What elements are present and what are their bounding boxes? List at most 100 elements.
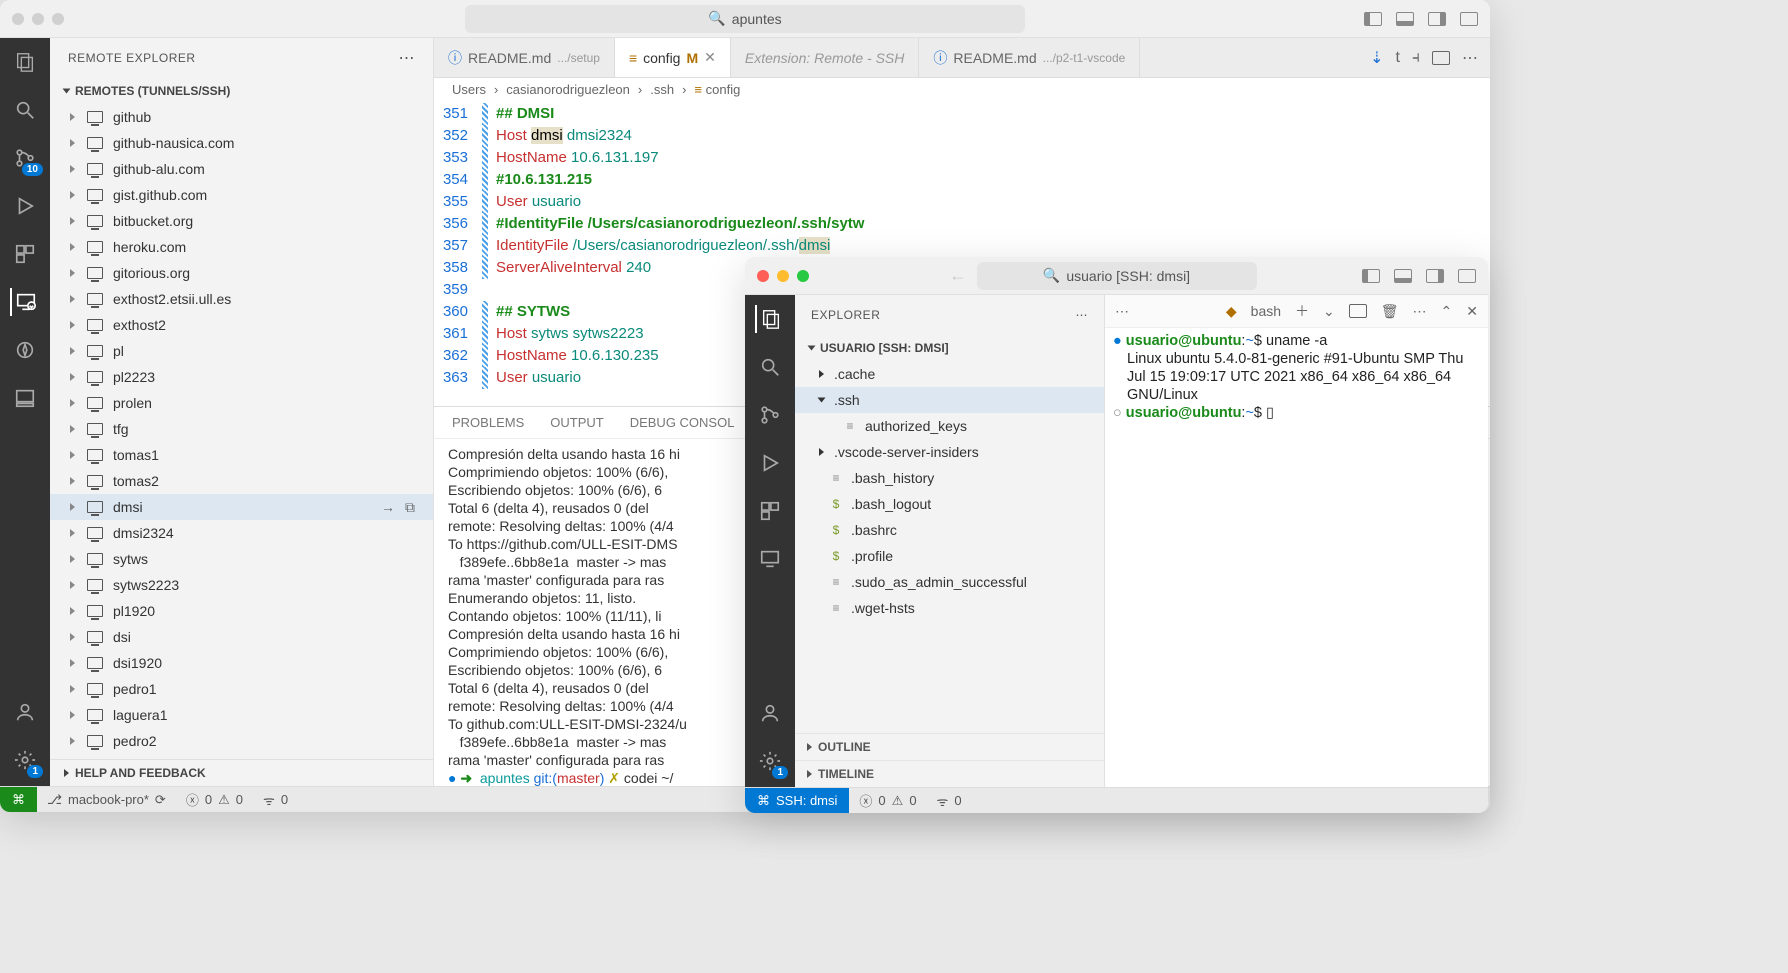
code-content[interactable]: IdentityFile /Users/casianorodriguezleon… bbox=[496, 235, 830, 257]
sidebar-more-icon[interactable]: ⋯ bbox=[399, 48, 416, 68]
code-content[interactable]: HostName 10.6.131.197 bbox=[496, 147, 659, 169]
remote-host-item[interactable]: exthost2.etsii.ull.es→⧉ bbox=[50, 286, 433, 312]
remote-indicator[interactable]: ⌘ bbox=[0, 787, 37, 812]
file-item[interactable]: ≡.bash_history bbox=[795, 465, 1104, 491]
remote-host-item[interactable]: tfg→⧉ bbox=[50, 416, 433, 442]
remote-host-item[interactable]: bitbucket.org→⧉ bbox=[50, 208, 433, 234]
ab-search-icon[interactable] bbox=[756, 353, 784, 381]
file-item[interactable]: ≡.sudo_as_admin_successful bbox=[795, 569, 1104, 595]
close-panel-icon[interactable]: ✕ bbox=[1466, 303, 1478, 320]
breadcrumbs[interactable]: Users›casianorodriguezleon›.ssh›≡ config bbox=[434, 78, 1490, 101]
layout-customize-icon[interactable] bbox=[1458, 269, 1476, 283]
traffic-max[interactable] bbox=[797, 270, 809, 282]
ab-scm-icon[interactable] bbox=[756, 401, 784, 429]
ab-account-icon[interactable] bbox=[11, 698, 39, 726]
status-ports[interactable]: ᯤ0 bbox=[927, 788, 972, 813]
code-content[interactable]: Host sytws sytws2223 bbox=[496, 323, 644, 345]
remote-host-item[interactable]: pl1920→⧉ bbox=[50, 598, 433, 624]
terminal-more-icon[interactable]: ⋯ bbox=[1115, 303, 1129, 320]
ab-debug-icon[interactable] bbox=[756, 449, 784, 477]
ab-ext2-icon[interactable] bbox=[11, 336, 39, 364]
file-item[interactable]: ≡authorized_keys bbox=[795, 413, 1104, 439]
tags-icon[interactable]: ⇣ bbox=[1370, 48, 1383, 68]
tab-action-t[interactable]: t bbox=[1396, 49, 1400, 67]
terminal[interactable]: ● usuario@ubuntu:~$ uname -aLinux ubuntu… bbox=[1105, 328, 1488, 787]
traffic-close[interactable] bbox=[757, 270, 769, 282]
ab-explorer-icon[interactable] bbox=[755, 305, 783, 333]
layout-left-icon[interactable] bbox=[1364, 12, 1382, 26]
explorer-more-icon[interactable]: ⋯ bbox=[1076, 308, 1089, 322]
file-item[interactable]: $.bashrc bbox=[795, 517, 1104, 543]
ab-extensions-icon[interactable] bbox=[756, 497, 784, 525]
ab-account-icon[interactable] bbox=[756, 699, 784, 727]
remote-host-item[interactable]: sytws→⧉ bbox=[50, 546, 433, 572]
close-icon[interactable]: ✕ bbox=[704, 49, 716, 66]
remote-host-item[interactable]: heroku.com→⧉ bbox=[50, 234, 433, 260]
connect-current-icon[interactable]: → bbox=[381, 499, 395, 516]
code-content[interactable]: #10.6.131.215 bbox=[496, 169, 592, 191]
remote-host-item[interactable]: laguera1→⧉ bbox=[50, 702, 433, 728]
traffic-min[interactable] bbox=[777, 270, 789, 282]
layout-customize-icon[interactable] bbox=[1460, 12, 1478, 26]
remote-host-item[interactable]: pedro2→⧉ bbox=[50, 728, 433, 754]
folder-item[interactable]: .vscode-server-insiders bbox=[795, 439, 1104, 465]
command-center[interactable]: 🔍 usuario [SSH: dmsi] bbox=[977, 262, 1257, 290]
remote-host-item[interactable]: pl→⧉ bbox=[50, 338, 433, 364]
file-item[interactable]: $.bash_logout bbox=[795, 491, 1104, 517]
breadcrumb-item[interactable]: casianorodriguezleon bbox=[506, 82, 630, 97]
remote-host-item[interactable]: sytws2223→⧉ bbox=[50, 572, 433, 598]
split-terminal-icon[interactable] bbox=[1349, 304, 1367, 318]
nav-back-icon[interactable]: ← bbox=[949, 265, 967, 286]
remote-host-item[interactable]: pl2223→⧉ bbox=[50, 364, 433, 390]
panel-tab[interactable]: OUTPUT bbox=[550, 415, 603, 430]
ab-debug-icon[interactable] bbox=[11, 192, 39, 220]
code-content[interactable]: #IdentityFile /Users/casianorodriguezleo… bbox=[496, 213, 864, 235]
remote-host-item[interactable]: github→⧉ bbox=[50, 104, 433, 130]
ab-ext3-icon[interactable] bbox=[11, 384, 39, 412]
layout-left-icon[interactable] bbox=[1362, 269, 1380, 283]
file-item[interactable]: ≡.wget-hsts bbox=[795, 595, 1104, 621]
traffic-close[interactable] bbox=[12, 13, 24, 25]
editor-tab[interactable]: Extension: Remote - SSH bbox=[731, 38, 920, 77]
terminal-dropdown-icon[interactable]: ⌄ bbox=[1323, 303, 1335, 320]
folder-item[interactable]: .ssh bbox=[795, 387, 1104, 413]
editor-tab[interactable]: ⓘREADME.md.../p2-t1-vscode bbox=[919, 38, 1140, 77]
ab-extensions-icon[interactable] bbox=[11, 240, 39, 268]
status-problems[interactable]: ⓧ0 ⚠0 bbox=[176, 787, 253, 812]
remote-host-item[interactable]: github-nausica.com→⧉ bbox=[50, 130, 433, 156]
file-tree[interactable]: .cache.ssh≡authorized_keys.vscode-server… bbox=[795, 361, 1104, 733]
traffic-lights[interactable] bbox=[757, 270, 809, 282]
remote-host-item[interactable]: dsi→⧉ bbox=[50, 624, 433, 650]
traffic-lights[interactable] bbox=[12, 13, 64, 25]
code-content[interactable]: User usuario bbox=[496, 367, 581, 389]
trash-icon[interactable]: 🗑 bbox=[1381, 303, 1399, 320]
status-ports[interactable]: ᯤ0 bbox=[253, 787, 298, 812]
code-content[interactable]: Host dmsi dmsi2324 bbox=[496, 125, 632, 147]
command-center[interactable]: 🔍 apuntes bbox=[465, 5, 1025, 33]
remote-host-item[interactable]: gitorious.org→⧉ bbox=[50, 260, 433, 286]
ab-settings-icon[interactable]: 1 bbox=[11, 746, 39, 774]
remote-host-item[interactable]: dmsi→⧉ bbox=[50, 494, 433, 520]
remote-host-item[interactable]: github-alu.com→⧉ bbox=[50, 156, 433, 182]
ab-remote-explorer-icon[interactable] bbox=[756, 545, 784, 573]
remote-host-item[interactable]: dmsi2324→⧉ bbox=[50, 520, 433, 546]
editor-more-icon[interactable]: ⋯ bbox=[1462, 48, 1478, 68]
compare-icon[interactable]: ⫞ bbox=[1412, 49, 1420, 67]
ab-settings-icon[interactable]: 1 bbox=[756, 747, 784, 775]
traffic-min[interactable] bbox=[32, 13, 44, 25]
sync-icon[interactable]: ⟳ bbox=[155, 792, 166, 808]
traffic-max[interactable] bbox=[52, 13, 64, 25]
ab-explorer-icon[interactable] bbox=[11, 48, 39, 76]
ab-search-icon[interactable] bbox=[11, 96, 39, 124]
split-editor-icon[interactable] bbox=[1432, 51, 1450, 65]
layout-bottom-icon[interactable] bbox=[1396, 12, 1414, 26]
panel-tab[interactable]: DEBUG CONSOL bbox=[630, 415, 735, 430]
remote-host-item[interactable]: gist.github.com→⧉ bbox=[50, 182, 433, 208]
workspace-header[interactable]: USUARIO [SSH: DMSI] bbox=[795, 335, 1104, 361]
status-problems[interactable]: ⓧ0 ⚠0 bbox=[849, 788, 926, 813]
ab-scm-icon[interactable]: 10 bbox=[11, 144, 39, 172]
breadcrumb-item[interactable]: .ssh bbox=[650, 82, 674, 97]
layout-bottom-icon[interactable] bbox=[1394, 269, 1412, 283]
remote-indicator[interactable]: ⌘ SSH: dmsi bbox=[745, 788, 849, 813]
ab-remote-explorer-icon[interactable] bbox=[10, 288, 38, 316]
